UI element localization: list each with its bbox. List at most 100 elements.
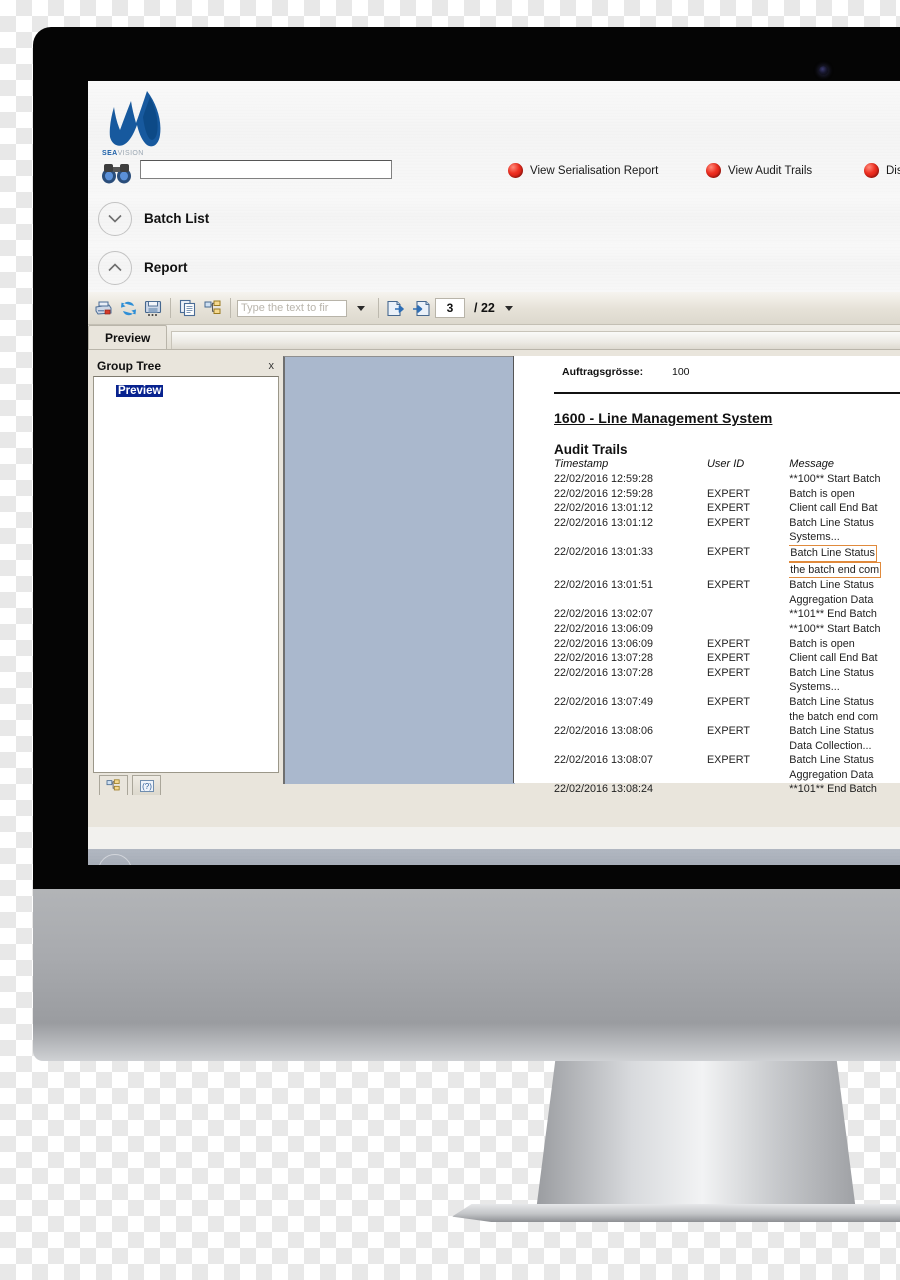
display-only-open-label: Display only the o [886, 164, 900, 177]
cell-user-id [707, 622, 789, 637]
display-only-open-button[interactable]: Display only the o [864, 163, 900, 178]
horizontal-rule [554, 392, 900, 394]
table-row: 22/02/2016 13:08:07 EXPERT Batch Line Stat… [554, 753, 900, 782]
monitor-chin [33, 889, 900, 1061]
toolbar-separator [230, 298, 231, 318]
accordion-batch-list-label: Batch List [144, 211, 210, 226]
group-tree-node-preview[interactable]: Preview [116, 385, 164, 397]
cell-timestamp: 22/02/2016 13:02:07 [554, 608, 654, 621]
cell-user-id: EXPERT [706, 637, 750, 650]
cell-timestamp: 22/02/2016 13:07:28 [554, 652, 654, 665]
brand-sea: SEA [102, 150, 118, 157]
cell-user-id [707, 472, 789, 487]
table-row: 22/02/2016 13:06:09 **100** Start Batch [554, 622, 900, 637]
accordion-keyboard[interactable]: Keyboard [88, 849, 900, 865]
cell-message: Batch Line Status Systems... [789, 516, 874, 544]
cell-timestamp: 22/02/2016 13:01:12 [554, 516, 654, 529]
go-to-first-page-icon[interactable] [385, 297, 407, 319]
table-row: 22/02/2016 13:01:33 EXPERT Batch Line Stat… [554, 544, 900, 579]
cell-message: **100** Start Batch [789, 622, 881, 635]
toggle-group-tree-icon[interactable] [202, 297, 224, 319]
chevron-down-icon [98, 201, 132, 236]
accordion-keyboard-label: Keyboard [144, 864, 198, 865]
view-audit-trails-button[interactable]: View Audit Trails [706, 163, 812, 178]
cell-timestamp: 22/02/2016 13:08:24 [554, 783, 654, 795]
cell-message: **101** End Batch [789, 608, 877, 621]
viewer-body: Group Tree x Preview (?) Auftragsgrösse:… [88, 350, 900, 795]
tab-preview[interactable]: Preview [88, 325, 168, 349]
auftragsgroesse-label: Auftragsgrösse: [562, 366, 644, 378]
group-tree-list[interactable]: Preview [93, 376, 279, 773]
cell-timestamp: 22/02/2016 13:01:33 [554, 545, 654, 558]
table-row: 22/02/2016 13:07:28 EXPERT Batch Line Stat… [554, 666, 900, 695]
cell-message: Client call End Bat [789, 652, 878, 665]
print-icon[interactable] [92, 297, 114, 319]
webcam-icon [819, 66, 828, 75]
brand-vision: VISION [117, 150, 144, 157]
group-tree-panel: Group Tree x Preview (?) [93, 356, 279, 795]
cell-message: Batch is open [789, 637, 855, 650]
column-header-user-id: User ID [706, 458, 745, 470]
table-row: 22/02/2016 12:59:28 EXPERT Batch is open [554, 487, 900, 502]
audit-trails-table: Timestamp User ID Message 22/02/2016 12:… [554, 458, 900, 795]
go-to-next-page-icon[interactable] [410, 297, 432, 319]
search-input[interactable] [140, 160, 392, 179]
cell-timestamp: 22/02/2016 13:08:07 [554, 754, 654, 767]
toolbar-separator [378, 298, 379, 318]
toolbar-separator [170, 298, 171, 318]
accordion-batch-list[interactable]: Batch List [88, 194, 900, 243]
table-row: 22/02/2016 13:02:07 **101** End Batch [554, 607, 900, 622]
red-bullet-icon [508, 163, 523, 178]
group-tree-header: Group Tree x [93, 356, 279, 376]
cell-message: Batch Line Status Aggregation Data [789, 579, 874, 606]
section-heading-audit-trails: Audit Trails [554, 442, 628, 457]
report-page-area: Auftragsgrösse: 100 1600 - Line Manageme… [283, 356, 900, 795]
cell-user-id: EXPERT [706, 754, 750, 767]
group-tree-title: Group Tree [97, 359, 162, 373]
auftragsgroesse-value: 100 [672, 366, 690, 378]
cell-user-id: EXPERT [706, 725, 750, 738]
table-row: 22/02/2016 13:08:06 EXPERT Batch Line Stat… [554, 724, 900, 753]
cell-message: Batch is open [789, 487, 855, 500]
cell-user-id: EXPERT [706, 579, 750, 592]
svg-text:(?): (?) [142, 782, 152, 791]
table-row: 22/02/2016 13:08:24 **101** End Batch [554, 782, 900, 795]
cell-user-id [707, 782, 789, 795]
brand-wordmark: SEAVISION [102, 150, 144, 157]
cell-user-id: EXPERT [706, 516, 750, 529]
find-dropdown-icon[interactable] [350, 297, 372, 319]
cell-timestamp: 22/02/2016 12:59:28 [554, 487, 654, 500]
table-row: 22/02/2016 12:59:28 **100** Start Batch [554, 472, 900, 487]
report-page-sheet: Auftragsgrösse: 100 1600 - Line Manageme… [513, 356, 900, 795]
cell-message: **101** End Batch [789, 783, 877, 795]
report-viewer: Type the text to fir 3 / 22 Preview Grou… [88, 292, 900, 827]
page-dropdown-icon[interactable] [498, 297, 520, 319]
view-serialisation-report-button[interactable]: View Serialisation Report [508, 163, 658, 178]
copy-icon[interactable] [177, 297, 199, 319]
chevron-up-icon [98, 250, 132, 285]
viewer-background-pane [283, 356, 515, 784]
cell-timestamp: 22/02/2016 13:01:51 [554, 579, 654, 592]
red-bullet-icon [706, 163, 721, 178]
export-icon[interactable] [142, 297, 164, 319]
binoculars-icon[interactable] [100, 162, 134, 184]
viewer-tab-strip: Preview [88, 325, 900, 350]
accordion-report[interactable]: Report [88, 243, 900, 292]
refresh-icon[interactable] [117, 297, 139, 319]
table-header-row: Timestamp User ID Message [554, 458, 900, 472]
page-number-input[interactable]: 3 [435, 298, 465, 318]
view-audit-trails-label: View Audit Trails [728, 164, 813, 177]
app-header: SEAVISION View Serialisation Report View… [88, 81, 900, 194]
close-icon[interactable]: x [269, 360, 275, 372]
cell-user-id: EXPERT [706, 545, 750, 558]
parameter-panel-tab-icon[interactable]: (?) [132, 775, 161, 795]
cell-message: Batch Line Status Systems... [789, 666, 874, 694]
table-row: 22/02/2016 13:01:51 EXPERT Batch Line Stat… [554, 578, 900, 607]
monitor-stand-neck [536, 1061, 856, 1211]
cell-user-id: EXPERT [706, 502, 750, 515]
screen-content: SEAVISION View Serialisation Report View… [88, 81, 900, 865]
group-tree-tab-icon[interactable] [99, 775, 128, 795]
cell-timestamp: 22/02/2016 13:01:12 [554, 502, 654, 515]
column-header-message: Message [789, 458, 834, 470]
find-input[interactable]: Type the text to fir [237, 299, 347, 317]
